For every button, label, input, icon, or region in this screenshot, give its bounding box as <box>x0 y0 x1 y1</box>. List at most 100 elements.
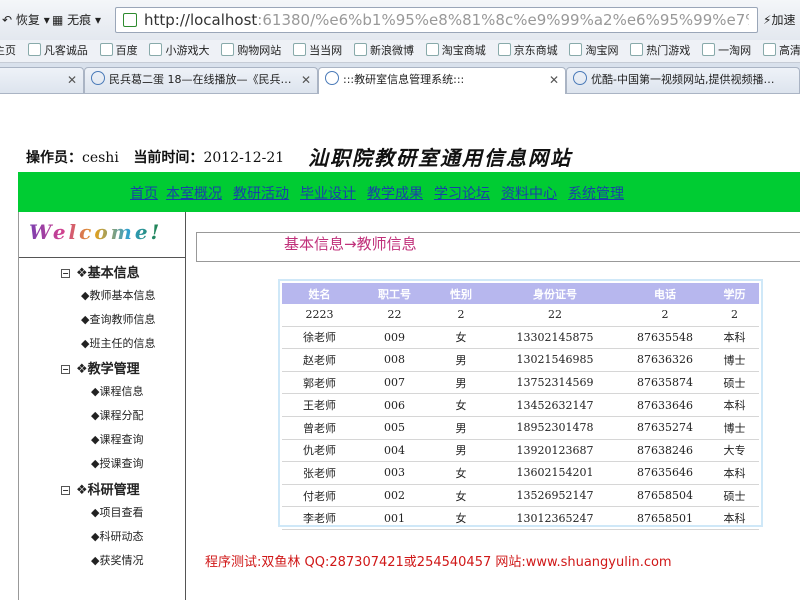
col-gender: 性别 <box>432 283 490 304</box>
close-icon[interactable]: ✕ <box>301 68 311 92</box>
address-path: :61380/%e6%b1%95%e8%81%8c%e9%99%a2%e6%95… <box>257 11 749 29</box>
table-row: 2223 22 2 22 2 2 <box>282 304 759 327</box>
bookmark-item[interactable]: 主页 <box>0 40 16 62</box>
menu-item-course-info[interactable]: ◆课程信息 <box>91 383 143 399</box>
menu-item-awards[interactable]: ◆获奖情况 <box>91 552 143 568</box>
menu-section-basic[interactable]: − ❖基本信息 <box>61 262 140 281</box>
table-cell: 13602154201 <box>490 461 620 485</box>
bookmark-icon <box>99 43 113 56</box>
bookmark-item[interactable]: 高清电 <box>762 40 800 62</box>
col-phone: 电话 <box>620 283 710 304</box>
nav-achievements[interactable]: 教学成果 <box>367 183 423 203</box>
table-cell: 2 <box>432 304 490 327</box>
table-cell: 博士 <box>710 416 759 440</box>
table-row: 郭老师 007 男 13752314569 87635874 硕士 <box>282 371 759 395</box>
table-row: 付老师 002 女 13526952147 87658504 硕士 <box>282 484 759 508</box>
close-icon[interactable]: ✕ <box>549 68 559 92</box>
table-cell: 女 <box>432 461 490 485</box>
bookmark-item[interactable]: 热门游戏 <box>630 40 690 62</box>
page-icon <box>91 71 105 85</box>
table-cell: 女 <box>432 393 490 417</box>
tab-active[interactable]: :::教研室信息管理系统::: ✕ <box>318 67 566 94</box>
table-cell: 002 <box>357 484 432 508</box>
table-cell: 007 <box>357 371 432 395</box>
breadcrumb: 基本信息→教师信息 <box>284 235 417 253</box>
menu-item-projects[interactable]: ◆项目查看 <box>91 504 143 520</box>
page-icon <box>573 71 587 85</box>
table-cell: 87638246 <box>620 439 710 463</box>
nav-overview[interactable]: 本室概况 <box>166 183 222 203</box>
table-cell: 006 <box>357 393 432 417</box>
site-title: 汕职院教研室通用信息网站 <box>308 146 572 170</box>
table-row: 张老师 003 女 13602154201 87635646 本科 <box>282 461 759 485</box>
page-icon <box>325 71 339 85</box>
nav-graduation[interactable]: 毕业设计 <box>300 183 356 203</box>
nav-home[interactable]: 首页 <box>130 183 158 203</box>
footer-credit: 程序测试:双鱼林 QQ:287307421或254540457 网站:www.s… <box>205 555 672 570</box>
col-id-number: 身份证号 <box>490 283 620 304</box>
col-name: 姓名 <box>282 283 357 304</box>
table-row: 赵老师 008 男 13021546985 87636326 博士 <box>282 348 759 372</box>
table-header-row: 姓名 职工号 性别 身份证号 电话 学历 <box>282 283 759 304</box>
collapse-icon[interactable]: − <box>61 365 70 374</box>
collapse-icon[interactable]: − <box>61 269 70 278</box>
bookmark-item[interactable]: 百度 <box>99 40 138 62</box>
speedup-button[interactable]: ⚡加速 <box>763 9 795 31</box>
bookmark-item[interactable]: 淘宝网 <box>569 40 618 62</box>
close-icon[interactable]: ✕ <box>67 68 77 92</box>
table-cell: 22 <box>357 304 432 327</box>
nav-forum[interactable]: 学习论坛 <box>434 183 490 203</box>
bookmark-item[interactable]: 当当网 <box>293 40 342 62</box>
tab-video[interactable]: 民兵葛二蛋 18—在线播放—《民兵… ✕ <box>84 67 318 93</box>
table-cell: 付老师 <box>282 484 357 508</box>
bookmark-icon <box>569 43 583 56</box>
bookmark-item[interactable]: 新浪微博 <box>353 40 414 62</box>
table-cell: 硕士 <box>710 371 759 395</box>
table-cell: 005 <box>357 416 432 440</box>
menu-item-course-assign[interactable]: ◆课程分配 <box>91 407 143 423</box>
bookmark-item[interactable]: 京东商城 <box>497 40 558 62</box>
bookmark-item[interactable]: 一淘网 <box>702 40 751 62</box>
table-cell: 仇老师 <box>282 439 357 463</box>
nav-activities[interactable]: 教研活动 <box>233 183 289 203</box>
menu-section-teaching[interactable]: − ❖教学管理 <box>61 358 140 377</box>
tab-youku[interactable]: 优酷-中国第一视频网站,提供视频播… <box>566 67 800 93</box>
table-cell: 87635274 <box>620 416 710 440</box>
menu-item-query-teacher[interactable]: ◆查询教师信息 <box>81 311 155 327</box>
menu-item-course-query[interactable]: ◆课程查询 <box>91 431 143 447</box>
collapse-icon[interactable]: − <box>61 486 70 495</box>
nav-resources[interactable]: 资料中心 <box>501 183 557 203</box>
col-staff-id: 职工号 <box>357 283 432 304</box>
table-cell: 硕士 <box>710 484 759 508</box>
address-bar[interactable]: http://localhost:61380/%e6%b1%95%e8%81%8… <box>115 7 758 33</box>
table-cell: 13752314569 <box>490 371 620 395</box>
bookmark-item[interactable]: 淘宝商城 <box>425 40 486 62</box>
bookmark-item[interactable]: 小游戏大 <box>149 40 209 62</box>
bookmark-icon <box>762 43 776 56</box>
menu-item-teacher-info[interactable]: ◆教师基本信息 <box>81 287 155 303</box>
table-cell: 王老师 <box>282 393 357 417</box>
table-cell: 本科 <box>710 506 759 530</box>
table-cell: 004 <box>357 439 432 463</box>
no-trace-icon: ▦ <box>52 13 64 27</box>
bookmark-icon <box>702 43 716 56</box>
table-cell: 李老师 <box>282 506 357 530</box>
tab-partial[interactable]: ✕ <box>0 67 84 93</box>
menu-section-research[interactable]: − ❖科研管理 <box>61 479 140 498</box>
bookmark-item[interactable]: 购物网站 <box>221 40 281 62</box>
page-header: 操作员：ceshi 当前时间：2012-12-21 汕职院教研室通用信息网站 <box>18 135 800 172</box>
menu-item-lecture-query[interactable]: ◆授课查询 <box>91 455 143 471</box>
bookmark-icon <box>353 43 367 56</box>
nav-system[interactable]: 系统管理 <box>568 183 624 203</box>
no-trace-button[interactable]: ▦ 无痕 ▾ <box>52 9 101 31</box>
left-menu: Welcome! − ❖基本信息 ◆教师基本信息 ◆查询教师信息 ◆班主任的信息 … <box>18 212 186 600</box>
tab-strip: ✕ 民兵葛二蛋 18—在线播放—《民兵… ✕ :::教研室信息管理系统::: ✕ 优… <box>0 63 800 94</box>
restore-button[interactable]: ↶ 恢复 ▾ <box>2 9 50 31</box>
table-cell: 87658504 <box>620 484 710 508</box>
menu-item-research-news[interactable]: ◆科研动态 <box>91 528 143 544</box>
col-education: 学历 <box>710 283 759 304</box>
table-cell: 13302145875 <box>490 326 620 350</box>
bookmark-item[interactable]: 凡客诚品 <box>27 40 88 62</box>
table-cell: 13452632147 <box>490 393 620 417</box>
menu-item-class-teacher[interactable]: ◆班主任的信息 <box>81 335 155 351</box>
